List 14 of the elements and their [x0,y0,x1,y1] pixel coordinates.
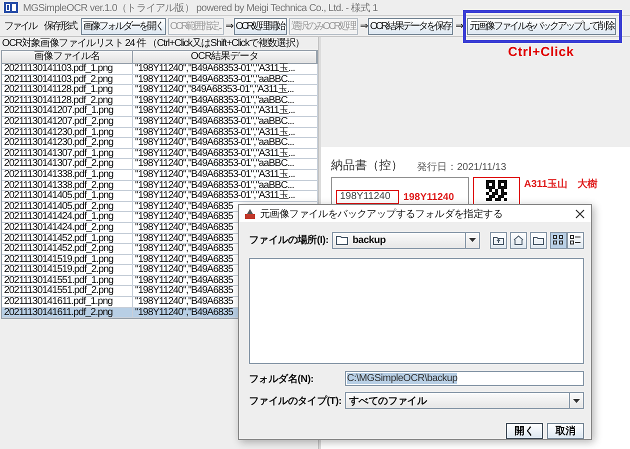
window-title: MGSimpleOCR ver.1.0（トライアル版） powered by Meigi Technica Co., Ltd. - 様式 1 [23,2,378,14]
code-field: 198Y11240 [336,190,400,204]
name-result: A311玉山 大樹 [524,178,598,191]
arrow-label: ⇒ [226,20,232,32]
annotation-label: Ctrl+Click [508,44,574,59]
code-result: 198Y11240 [403,192,454,202]
arrow-label: ⇒ [360,20,366,32]
table-cell: 20211130141611.pdf_2.png [2,308,133,318]
document-date: 発行日：2021/11/13 [417,161,506,174]
folder-name-label: フォルダ名(N): [249,372,315,386]
list-caption: OCR対象画像ファイルリスト 24 件 （Ctrl+Click又はShift+Clickで複数選択） [1,37,306,50]
file-type-label: ファイルのタイプ(T): [249,394,342,408]
arrow-label: ⇒ [455,20,462,32]
document-title: 納品書（控） [331,157,403,174]
